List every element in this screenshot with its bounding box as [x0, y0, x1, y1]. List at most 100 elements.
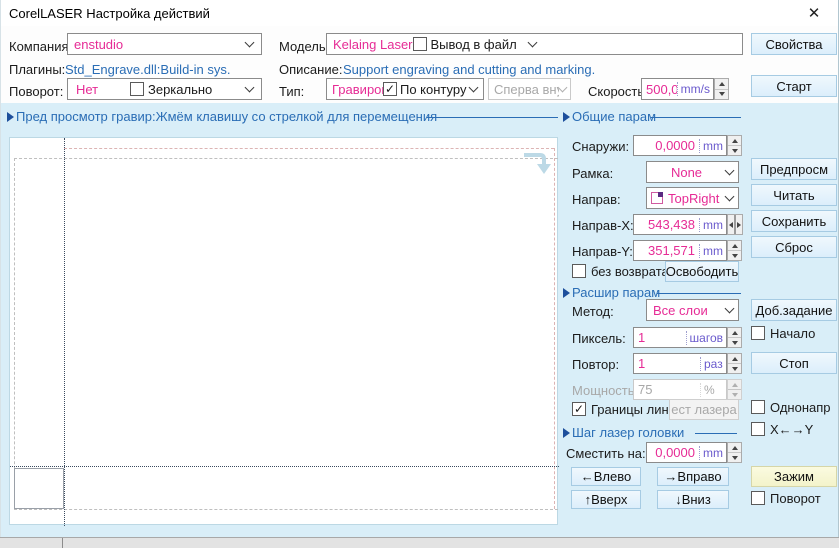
pixel-unit: шагов: [686, 331, 726, 345]
release-button[interactable]: Освободить: [665, 261, 739, 282]
group-arrow-icon: [563, 428, 570, 438]
direction-value: TopRight: [668, 191, 726, 206]
shift-label: Сместить на:: [566, 446, 646, 461]
spinner-left-icon[interactable]: [729, 222, 733, 228]
preview-canvas[interactable]: [9, 137, 558, 525]
chevron-down-icon[interactable]: [245, 82, 255, 92]
chevron-down-icon[interactable]: [725, 303, 735, 313]
type-label: Тип:: [279, 84, 304, 99]
dir-y-input[interactable]: 351,571 mm: [633, 240, 727, 261]
spinner-up-icon[interactable]: [732, 446, 738, 450]
method-value: Все слои: [647, 303, 726, 318]
spinner-up-icon[interactable]: [732, 139, 738, 143]
move-left-button[interactable]: ←Влево: [571, 467, 641, 486]
spinner-up-icon[interactable]: [732, 244, 738, 248]
dir-x-stepper[interactable]: [727, 214, 743, 235]
model-value: Kelaing Laser: [327, 37, 413, 52]
speed-input[interactable]: 500,0 mm/s: [641, 78, 714, 100]
group-arrow-icon: [563, 112, 570, 122]
spinner-right-icon[interactable]: [737, 222, 741, 228]
corellaser-window: CorelLASER Настройка действий ✕ Компания…: [0, 0, 839, 548]
contour-checkbox[interactable]: ✓: [383, 82, 397, 96]
close-icon[interactable]: ✕: [802, 3, 826, 23]
save-button[interactable]: Сохранить: [751, 210, 837, 232]
speed-label: Скорость:: [588, 84, 648, 99]
repeat-label: Повтор:: [572, 357, 619, 372]
chevron-down-icon[interactable]: [527, 37, 537, 47]
dir-x-input[interactable]: 543,438 mm: [633, 214, 727, 235]
outside-unit: mm: [699, 139, 726, 153]
chevron-down-icon[interactable]: [469, 82, 479, 92]
rotate-combobox[interactable]: Нет Зеркально: [67, 78, 262, 100]
rotate-head-checkbox[interactable]: [751, 491, 765, 505]
mirror-label: Зеркально: [148, 82, 212, 97]
step-group-header: Шаг лазер головки: [572, 425, 684, 440]
direction-combobox[interactable]: TopRight: [646, 187, 739, 209]
spinner-down-icon[interactable]: [719, 92, 725, 96]
spinner-up-icon[interactable]: [732, 357, 738, 361]
spinner-down-icon[interactable]: [732, 254, 738, 258]
spinner-down-icon[interactable]: [732, 149, 738, 153]
begin-checkbox[interactable]: [751, 326, 765, 340]
general-group-header: Общие парам: [572, 109, 656, 124]
spinner-down-icon[interactable]: [732, 341, 738, 345]
output-to-file-label: Вывод в файл: [431, 37, 517, 52]
repeat-stepper[interactable]: [727, 353, 742, 374]
spinner-up-icon[interactable]: [719, 82, 725, 86]
output-to-file-checkbox[interactable]: [413, 37, 427, 51]
add-task-button[interactable]: Доб.задание: [751, 299, 837, 321]
group-line: [651, 117, 741, 118]
outside-input[interactable]: 0,0000 mm: [633, 135, 727, 156]
properties-button[interactable]: Свойства: [751, 33, 837, 55]
method-combobox[interactable]: Все слои: [646, 299, 739, 321]
chevron-down-icon[interactable]: [725, 191, 735, 201]
start-button[interactable]: Старт: [751, 75, 837, 97]
shift-unit: mm: [699, 446, 726, 460]
move-up-button[interactable]: ↑Вверх: [571, 490, 641, 509]
xy-swap-label: X←→Y: [770, 422, 813, 437]
reset-button[interactable]: Сброс: [751, 236, 837, 258]
type-combobox[interactable]: Гравиров ✓ По контуру: [326, 78, 484, 100]
dir-y-value: 351,571: [634, 243, 699, 258]
repeat-input[interactable]: 1 раз: [633, 353, 727, 374]
top-section: Компания: enstudio Модель: Kelaing Laser…: [1, 26, 838, 103]
read-button[interactable]: Читать: [751, 184, 837, 206]
outside-stepper[interactable]: [727, 135, 742, 156]
chevron-down-icon[interactable]: [725, 165, 735, 175]
pixel-stepper[interactable]: [727, 327, 742, 348]
repeat-unit: раз: [700, 357, 726, 371]
spinner-up-icon[interactable]: [732, 331, 738, 335]
model-input[interactable]: Kelaing Laser Вывод в файл: [326, 33, 743, 55]
clamp-button[interactable]: Зажим: [751, 466, 837, 487]
move-down-button[interactable]: ↓Вниз: [657, 490, 729, 509]
power-label: Мощность:: [572, 383, 638, 398]
inner-first-combobox: Сперва внутр: [488, 78, 571, 100]
spinner-down-icon[interactable]: [732, 367, 738, 371]
move-right-button[interactable]: →Вправо: [657, 467, 729, 486]
stop-button[interactable]: Стоп: [751, 352, 837, 374]
shift-input[interactable]: 0,0000 mm: [646, 442, 727, 463]
power-unit: %: [700, 383, 726, 397]
mirror-checkbox[interactable]: [130, 82, 144, 96]
line-bounds-checkbox[interactable]: ✓: [572, 402, 586, 416]
dir-y-stepper[interactable]: [727, 240, 742, 261]
spinner-down-icon[interactable]: [732, 456, 738, 460]
preview-group-header: Пред просмотр гравир:Жмём клавишу со стр…: [16, 109, 437, 124]
power-stepper: [727, 379, 742, 400]
shift-stepper[interactable]: [727, 442, 742, 463]
preview-button[interactable]: Предпросм: [751, 158, 837, 180]
xy-swap-checkbox[interactable]: [751, 422, 765, 436]
no-return-checkbox[interactable]: [572, 264, 586, 278]
description-value: Support engraving and cutting and markin…: [343, 62, 595, 77]
pixel-input[interactable]: 1 шагов: [633, 327, 727, 348]
inner-first-value: Сперва внутр: [489, 82, 559, 97]
topright-icon: [651, 192, 663, 204]
unidirectional-checkbox[interactable]: [751, 400, 765, 414]
chevron-down-icon[interactable]: [245, 37, 255, 47]
company-combobox[interactable]: enstudio: [67, 33, 262, 55]
frame-value: None: [647, 165, 726, 180]
speed-stepper[interactable]: [714, 78, 729, 100]
preview-guide-line: [14, 509, 558, 510]
preview-guide-line: [14, 158, 558, 159]
frame-combobox[interactable]: None: [646, 161, 739, 183]
